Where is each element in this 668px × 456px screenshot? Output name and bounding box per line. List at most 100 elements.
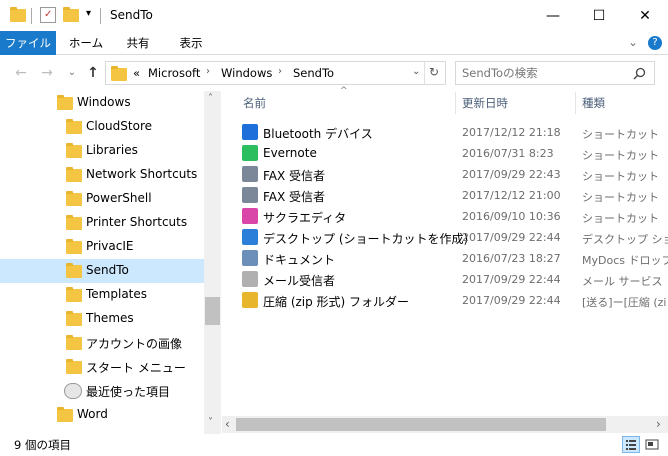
horizontal-scrollbar-thumb[interactable] — [236, 418, 606, 431]
column-divider[interactable] — [575, 92, 576, 114]
breadcrumb-microsoft[interactable]: Microsoft — [148, 66, 200, 80]
sidebar-item-label: Printer Shortcuts — [86, 215, 188, 229]
fax-icon — [242, 187, 258, 203]
scroll-down-icon[interactable]: ˅ — [208, 417, 213, 428]
file-row[interactable]: Evernote 2016/07/31 8:23 ショートカット — [240, 143, 668, 164]
file-row[interactable]: サクラエディタ 2016/09/10 10:36 ショートカット — [240, 206, 668, 227]
tab-home[interactable]: ホーム — [60, 31, 112, 55]
mail-icon — [242, 271, 258, 287]
column-divider[interactable] — [455, 92, 456, 114]
evernote-icon — [242, 145, 258, 161]
file-type: ショートカット — [582, 170, 659, 183]
sidebar-item-label: PowerShell — [86, 191, 152, 205]
breadcrumb-sendto[interactable]: SendTo — [293, 66, 334, 80]
close-button[interactable]: ✕ — [622, 0, 668, 31]
recent-locations-button[interactable]: ⌄ — [63, 63, 81, 83]
folder-icon — [66, 263, 82, 278]
search-input[interactable] — [462, 64, 627, 82]
file-name: 圧縮 (zip 形式) フォルダー — [263, 295, 410, 309]
search-box[interactable] — [455, 61, 655, 85]
new-folder-icon[interactable] — [63, 7, 79, 23]
tab-file[interactable]: ファイル — [0, 31, 56, 55]
file-name: FAX 受信者 — [263, 190, 326, 204]
folder-icon — [10, 7, 26, 23]
tab-share[interactable]: 共有 — [114, 31, 162, 55]
sidebar-item[interactable]: Windows — [0, 91, 204, 115]
sidebar-item[interactable]: Network Shortcuts — [0, 163, 204, 187]
sidebar-item[interactable]: Printer Shortcuts — [0, 211, 204, 235]
sidebar-item[interactable]: Themes — [0, 307, 204, 331]
navigation-pane: Windows CloudStore Libraries Network Shortc… — [0, 91, 222, 434]
quick-access-dropdown-icon[interactable]: ▾ — [86, 8, 91, 19]
column-header-date[interactable]: 更新日時 — [462, 95, 508, 111]
address-bar[interactable]: « Microsoft › Windows › SendTo ⌄ ↻ — [105, 61, 446, 85]
sidebar-item[interactable]: スタート メニュー — [0, 355, 204, 379]
search-icon[interactable] — [633, 67, 646, 80]
large-icons-view-button[interactable] — [643, 436, 661, 453]
file-type: メール サービス — [582, 275, 663, 288]
sidebar-item[interactable]: 最近使った項目 — [0, 379, 204, 403]
document-icon — [242, 250, 258, 266]
column-header-name[interactable]: 名前 — [243, 95, 266, 111]
sidebar-item[interactable]: PowerShell — [0, 187, 204, 211]
breadcrumb-overflow[interactable]: « — [133, 66, 140, 80]
minimize-button[interactable]: — — [530, 0, 576, 31]
file-row[interactable]: デスクトップ (ショートカットを作成) 2017/09/29 22:44 デスクトッ… — [240, 227, 668, 248]
window-title: SendTo — [110, 8, 153, 22]
file-date: 2017/09/29 22:44 — [462, 273, 561, 286]
address-dropdown-icon[interactable]: ⌄ — [412, 66, 420, 77]
file-row[interactable]: FAX 受信者 2017/12/12 21:00 ショートカット — [240, 185, 668, 206]
sidebar-item[interactable]: Libraries — [0, 139, 204, 163]
file-row[interactable]: FAX 受信者 2017/09/29 22:43 ショートカット — [240, 164, 668, 185]
scroll-up-icon[interactable]: ˄ — [208, 93, 213, 104]
ribbon-expand-icon[interactable]: ⌄ — [628, 35, 638, 49]
breadcrumb-windows[interactable]: Windows — [221, 66, 272, 80]
tab-view[interactable]: 表示 — [166, 31, 216, 55]
sidebar-item[interactable]: PrivacIE — [0, 235, 204, 259]
nav-scrollbar-thumb[interactable] — [205, 297, 220, 325]
breadcrumb-chevron-icon[interactable]: › — [206, 66, 210, 77]
file-row[interactable]: 圧縮 (zip 形式) フォルダー 2017/09/29 22:44 [送る]ー[圧… — [240, 290, 668, 311]
sidebar-item-label: Word — [77, 407, 108, 421]
sidebar-item-label: CloudStore — [86, 119, 152, 133]
file-row[interactable]: Bluetooth デバイス 2017/12/12 21:18 ショートカット — [240, 122, 668, 143]
nav-scrollbar[interactable]: ˄ ˅ — [204, 91, 221, 434]
scroll-right-icon[interactable]: › — [656, 417, 661, 431]
sidebar-item-label: Themes — [86, 311, 134, 325]
details-view-button[interactable] — [622, 436, 640, 453]
folder-icon — [66, 287, 82, 302]
file-date: 2016/09/10 10:36 — [462, 210, 561, 223]
properties-icon[interactable]: ✓ — [40, 7, 56, 23]
file-date: 2017/12/12 21:18 — [462, 126, 561, 139]
help-icon[interactable]: ? — [648, 36, 662, 50]
folder-icon — [66, 143, 82, 158]
file-name: ドキュメント — [263, 253, 336, 267]
sidebar-item-label: Windows — [77, 95, 131, 109]
sidebar-item-label: アカウントの画像 — [86, 337, 183, 351]
folder-icon — [66, 167, 82, 182]
breadcrumb-chevron-icon[interactable]: › — [278, 66, 282, 77]
file-name: Bluetooth デバイス — [263, 127, 373, 141]
details-view-icon — [626, 440, 636, 450]
file-row[interactable]: ドキュメント 2016/07/23 18:27 MyDocs ドロップ · — [240, 248, 668, 269]
sidebar-item[interactable]: SendTo — [0, 259, 204, 283]
large-icons-view-icon — [645, 439, 659, 450]
forward-button[interactable]: → — [38, 63, 56, 83]
ribbon-tabs: ファイル ホーム 共有 表示 ⌄ ? — [0, 31, 668, 55]
sidebar-item-label: SendTo — [86, 263, 129, 277]
desktop-icon — [242, 229, 258, 245]
back-button[interactable]: ← — [12, 63, 30, 83]
sidebar-item[interactable]: Word — [0, 403, 204, 427]
refresh-icon[interactable]: ↻ — [429, 65, 439, 79]
item-count: 9 個の項目 — [14, 438, 71, 452]
folder-icon — [66, 359, 82, 374]
column-header-type[interactable]: 種類 — [582, 95, 605, 111]
maximize-button[interactable]: ☐ — [576, 0, 622, 31]
scroll-left-icon[interactable]: ‹ — [225, 417, 230, 431]
title-bar: ✓ ▾ SendTo — ☐ ✕ — [0, 0, 668, 31]
up-button[interactable]: ↑ — [84, 63, 102, 83]
file-row[interactable]: メール受信者 2017/09/29 22:44 メール サービス — [240, 269, 668, 290]
sidebar-item[interactable]: CloudStore — [0, 115, 204, 139]
sidebar-item[interactable]: アカウントの画像 — [0, 331, 204, 355]
sidebar-item[interactable]: Templates — [0, 283, 204, 307]
